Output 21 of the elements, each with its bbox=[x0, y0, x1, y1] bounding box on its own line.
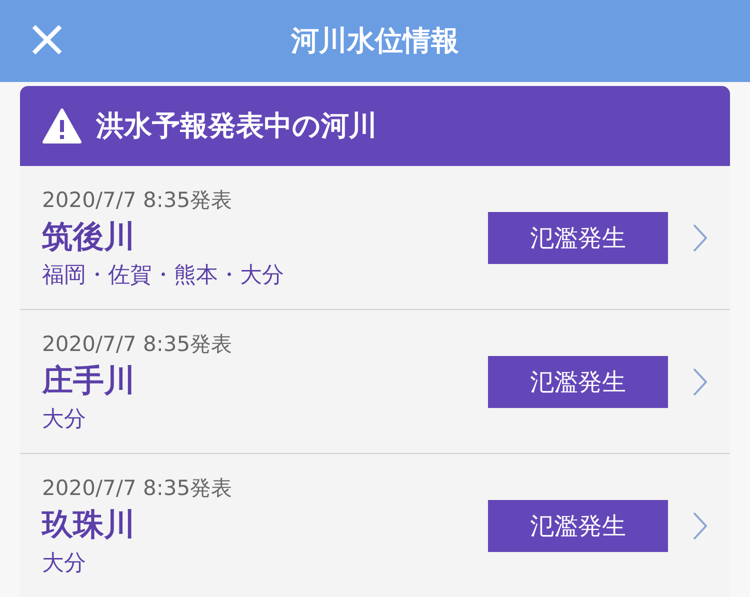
chevron-icon bbox=[692, 222, 708, 252]
river-name: 玖珠川 bbox=[42, 506, 136, 544]
river-name: 筑後川 bbox=[42, 218, 136, 256]
prefecture-list: 大分 bbox=[42, 404, 488, 434]
chevron-icon bbox=[692, 510, 708, 540]
warning-icon bbox=[42, 108, 82, 144]
card-title: 洪水予報発表中の河川 bbox=[96, 108, 377, 144]
prefecture-list: 大分 bbox=[42, 548, 488, 578]
chevron-icon bbox=[692, 366, 708, 396]
status-badge: 氾濫発生 bbox=[488, 500, 668, 552]
prefecture-list: 福岡・佐賀・熊本・大分 bbox=[42, 260, 488, 290]
status-badge: 氾濫発生 bbox=[488, 212, 668, 264]
river-name: 庄手川 bbox=[42, 362, 136, 400]
status-badge: 氾濫発生 bbox=[488, 356, 668, 408]
river-row[interactable]: 2020/7/7 8:35発表 筑後川 福岡・佐賀・熊本・大分 氾濫発生 bbox=[20, 166, 730, 310]
issued-time: 2020/7/7 8:35発表 bbox=[42, 186, 234, 214]
issued-time: 2020/7/7 8:35発表 bbox=[42, 474, 234, 502]
screen-title: 河川水位情報 bbox=[291, 23, 459, 59]
river-row[interactable]: 2020/7/7 8:35発表 玖珠川 大分 氾濫発生 bbox=[20, 454, 730, 597]
river-row[interactable]: 2020/7/7 8:35発表 庄手川 大分 氾濫発生 bbox=[20, 310, 730, 454]
issued-time: 2020/7/7 8:35発表 bbox=[42, 330, 234, 358]
